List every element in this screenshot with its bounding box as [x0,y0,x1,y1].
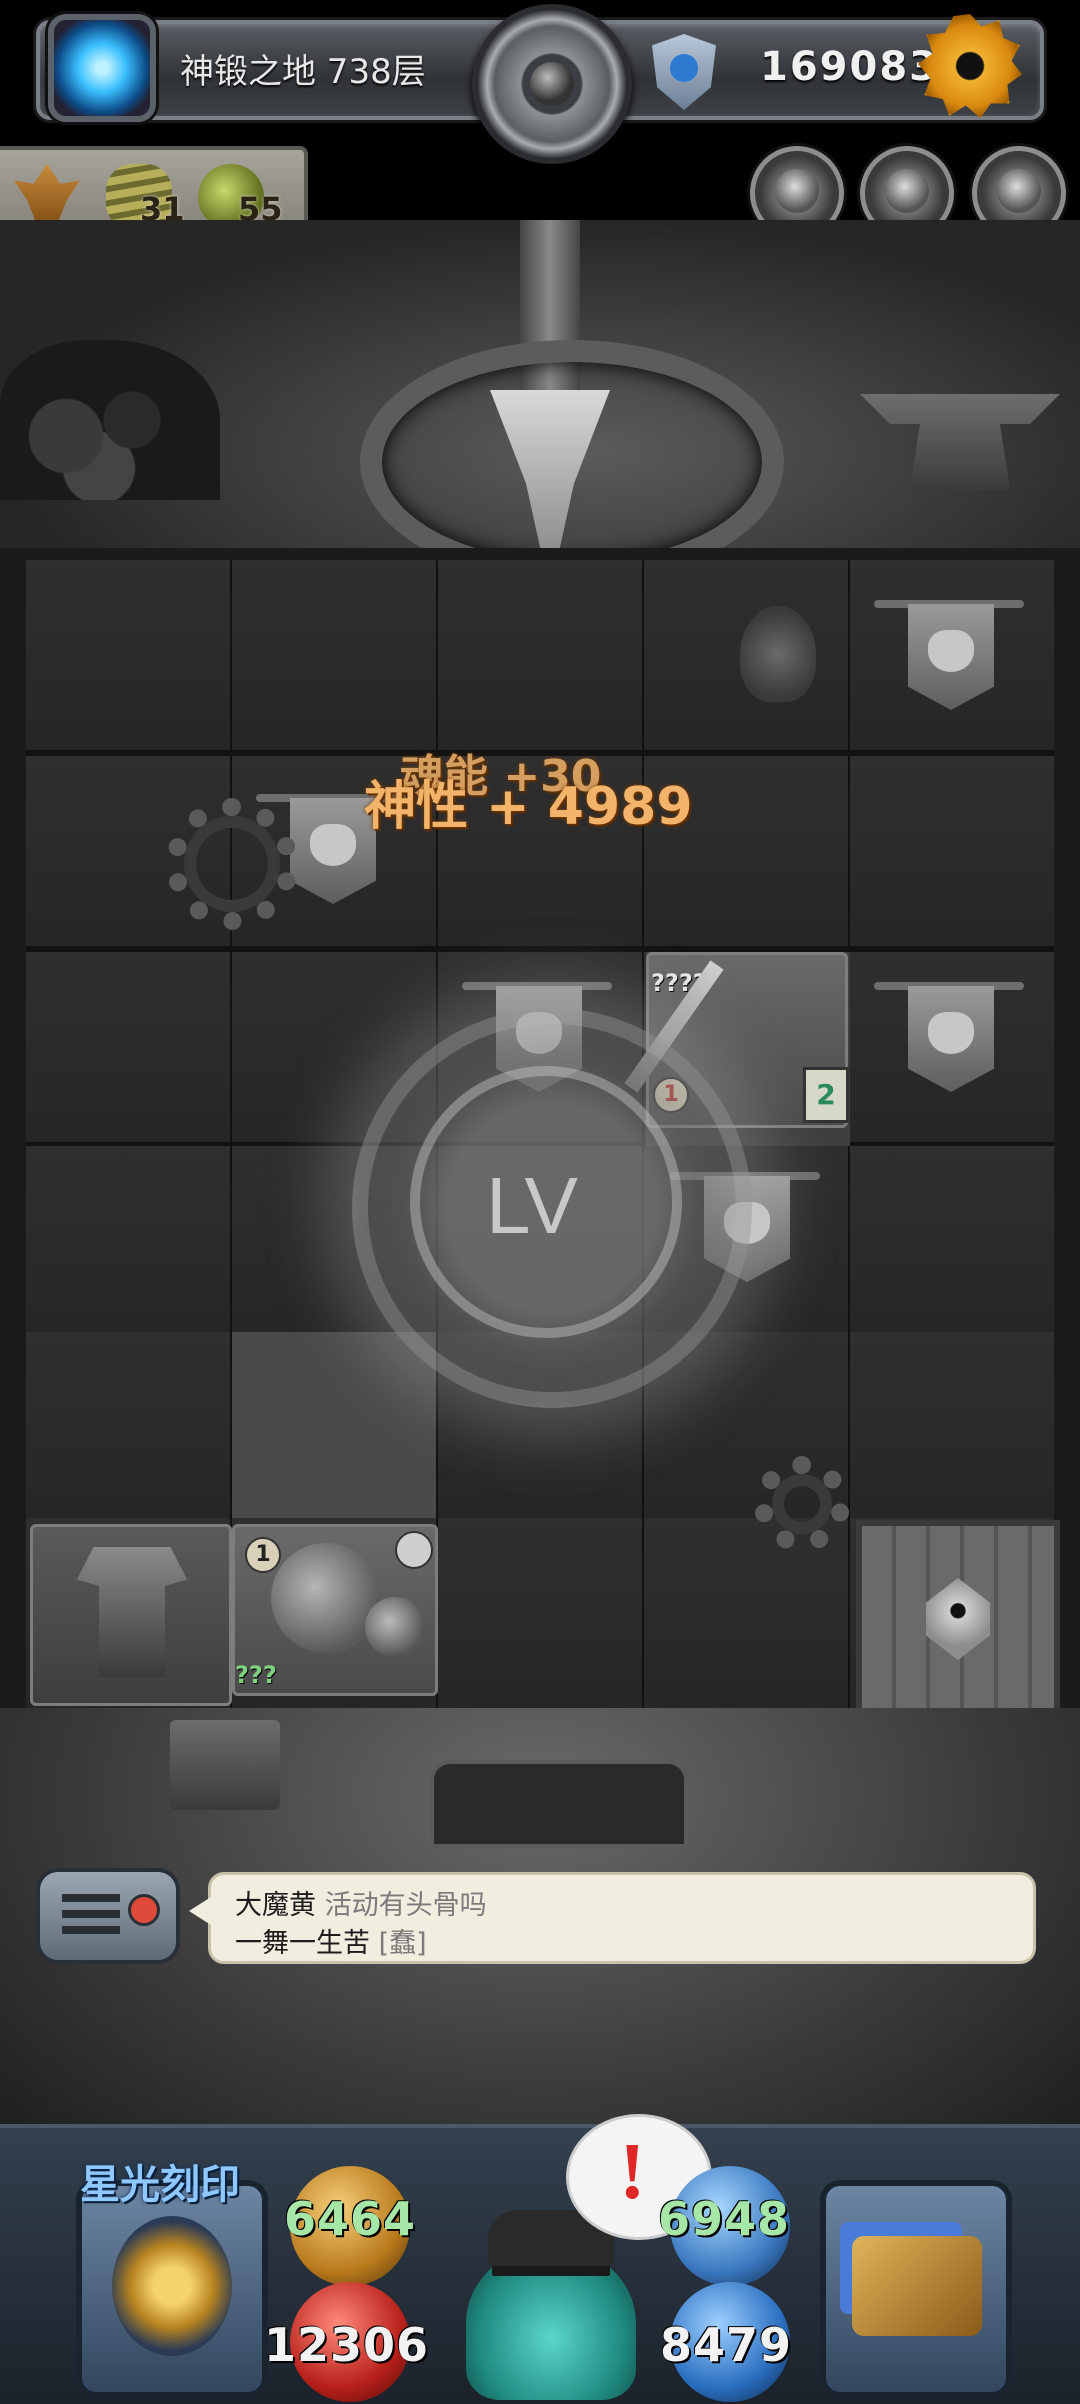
attack-left-value: 6464 [284,2192,417,2246]
ghost-flame-icon [740,606,816,702]
level-up-label: LV [486,1161,578,1250]
scroll-count-badge: 2 [803,1067,849,1123]
bomb-dial-button[interactable] [472,4,632,164]
chat-button[interactable] [36,1868,180,1964]
currency-count: 169083 [760,44,939,90]
forge-scene [0,220,1080,584]
hero-avatar[interactable] [466,2246,636,2400]
defense-value: 8479 [660,2318,793,2372]
chat-lines-icon [62,1894,120,1938]
health-value: 12306 [264,2318,430,2372]
pumpkin-level-badge: 1 [245,1537,281,1573]
pumpkin-item-tile[interactable]: 1 ??? [232,1524,438,1696]
keyhole-icon [926,1578,990,1660]
armor-item-tile[interactable] [30,1524,232,1706]
chat-message-text: [蠢] [378,1928,427,1959]
star-engraving-label: 星光刻印 [80,2162,240,2208]
gear-decoration [754,1456,850,1552]
floating-divinity-gain: 神性 + 4989 [364,777,693,837]
gear-decoration [166,798,298,930]
chat-message-2: 一舞一生苦 [蠢] [235,1921,427,1960]
exclamation-icon: ! [619,2128,646,2216]
floor-label: 神锻之地 738层 [180,52,426,92]
crate-icon [170,1720,280,1810]
locked-door[interactable] [856,1520,1060,1722]
star-emblem-icon [112,2216,232,2356]
chat-indicator-icon [128,1894,160,1926]
board-cell-open[interactable] [232,1332,436,1518]
pumpkin-unknown-label: ??? [235,1661,277,1689]
treasure-chest-icon [852,2236,982,2336]
chat-user-name: 大魔黄 [235,1890,316,1921]
chat-message-text: 活动有头骨吗 [324,1890,487,1921]
chat-message-1: 大魔黄 活动有头骨吗 [235,1883,487,1922]
armor-icon [77,1547,187,1677]
coal-pile [0,340,220,500]
board-row-1 [26,560,1054,756]
ball-icon [365,1597,425,1657]
star-engraving-button[interactable] [76,2180,268,2398]
altar-icon [430,1760,688,1848]
pumpkin-bomb-icon [271,1543,381,1653]
chat-preview[interactable]: 大魔黄 活动有头骨吗 一舞一生苦 [蠢] [189,1872,1036,1964]
sword-badge-icon [395,1531,433,1569]
inventory-button[interactable] [820,2180,1012,2398]
attack-right-value: 6948 [658,2192,791,2246]
bomb-dial-icon [530,62,574,106]
portal-icon[interactable] [48,14,156,122]
anvil-icon [860,394,1060,490]
chat-user-name: 一舞一生苦 [235,1928,370,1959]
